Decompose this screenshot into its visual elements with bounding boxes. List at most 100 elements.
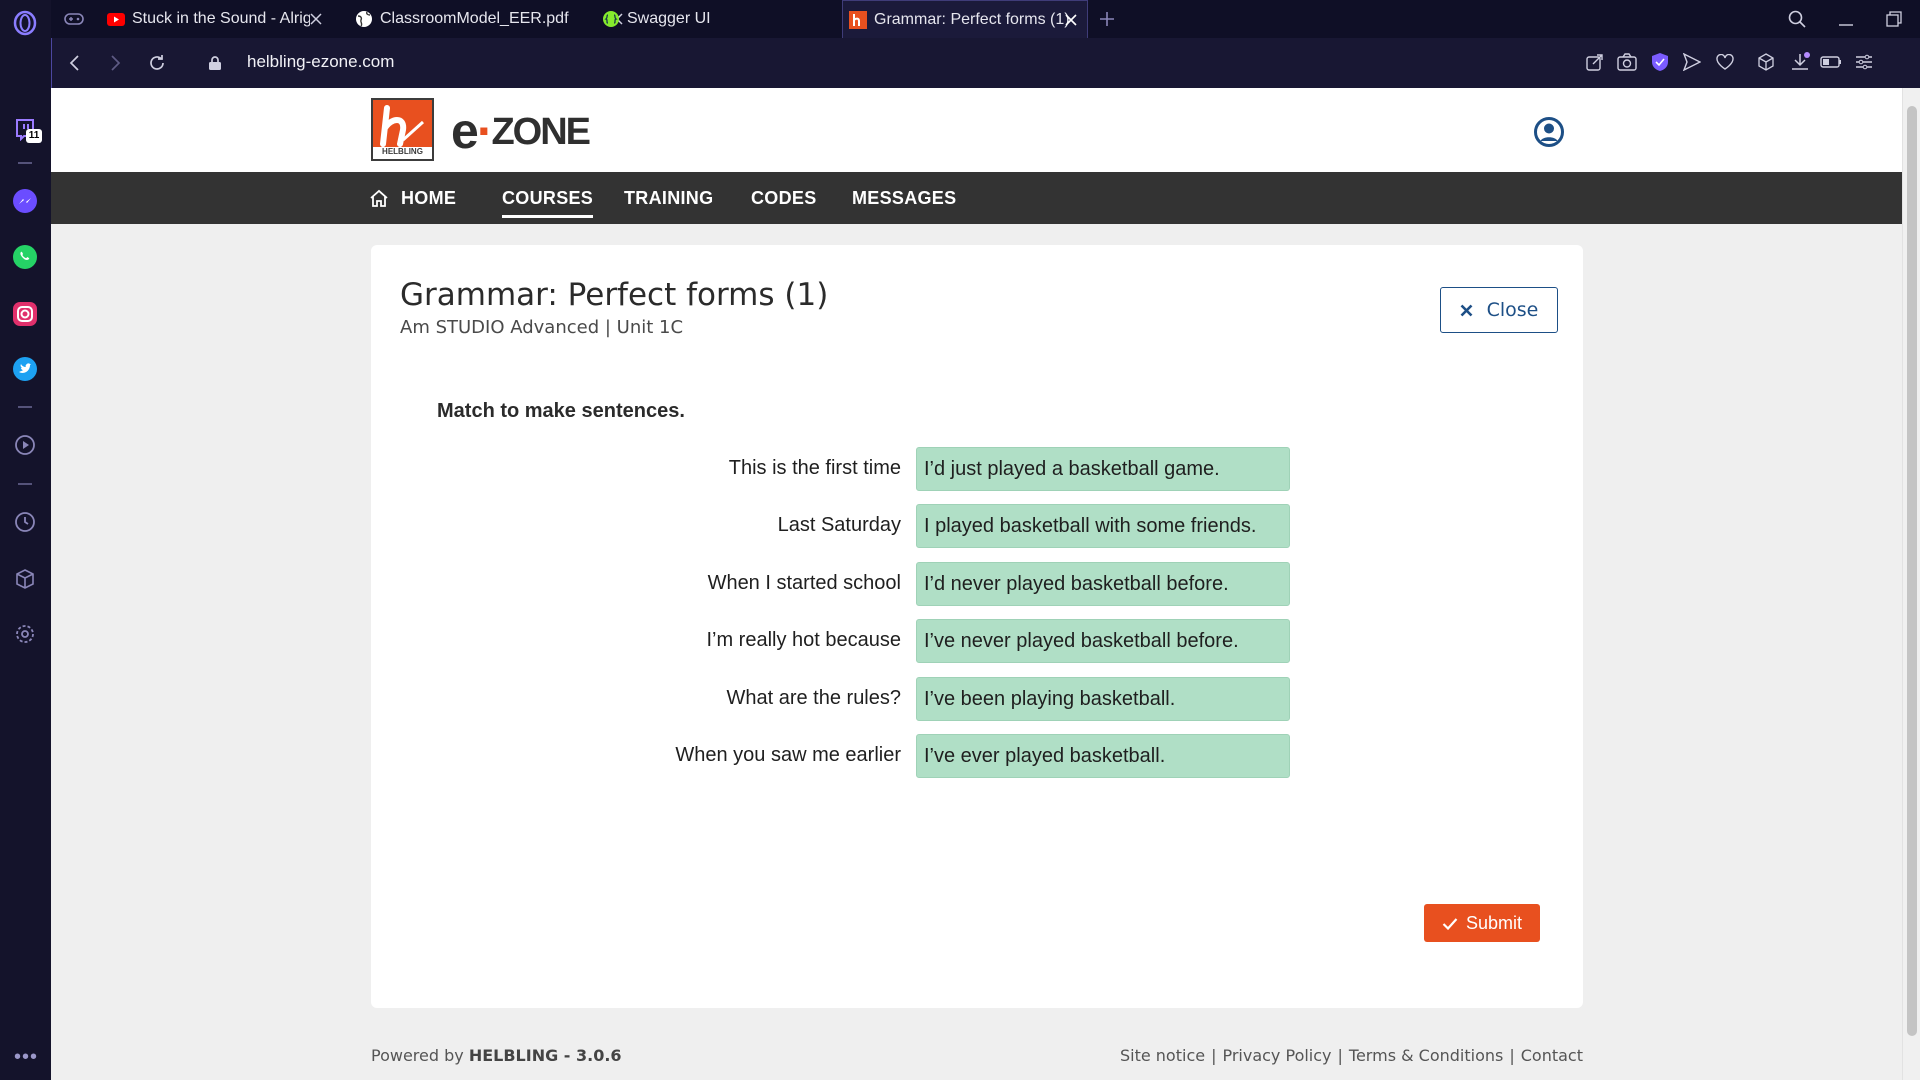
match-row: What are the rules? I’ve been playing ba…	[371, 677, 1583, 721]
submit-button-label: Submit	[1465, 912, 1523, 933]
match-prompt: When I started school	[707, 572, 901, 594]
match-answer-draggable[interactable]: I’ve never played basketball before.	[916, 619, 1290, 663]
footer-link-site-notice[interactable]: Site notice	[1120, 1046, 1205, 1065]
lock-icon[interactable]	[202, 50, 228, 76]
twitter-icon[interactable]	[12, 356, 38, 382]
helbling-logo[interactable]: HELBLING	[371, 98, 434, 161]
battery-saver-icon[interactable]	[1819, 50, 1843, 74]
match-answer-draggable[interactable]: I’ve been playing basketball.	[916, 677, 1290, 721]
match-answer-draggable[interactable]: I’ve ever played basketball.	[916, 734, 1290, 778]
nav-courses-label: COURSES	[502, 187, 594, 208]
checkmark-icon	[1442, 917, 1458, 930]
restore-icon[interactable]	[1881, 6, 1907, 32]
sidebar-divider	[18, 483, 32, 485]
tab-close-icon[interactable]	[1061, 10, 1081, 30]
opera-logo-icon[interactable]	[12, 10, 38, 36]
forward-icon[interactable]	[102, 50, 128, 76]
gamepad-icon[interactable]	[61, 6, 87, 32]
camera-snapshot-icon[interactable]	[1615, 50, 1639, 74]
tab-pdf[interactable]: ClassroomModel_EER.pdf	[353, 0, 633, 38]
sidebar-divider	[18, 406, 32, 408]
nav-courses[interactable]: COURSES	[502, 172, 594, 224]
vpn-shield-icon[interactable]	[1648, 50, 1672, 74]
match-prompt: When you saw me earlier	[675, 744, 901, 766]
footer-link-privacy[interactable]: Privacy Policy	[1222, 1046, 1331, 1065]
sidebar-divider	[18, 162, 32, 164]
heart-icon[interactable]	[1713, 50, 1737, 74]
exercise-card: Grammar: Perfect forms (1) Am STUDIO Adv…	[371, 245, 1583, 1008]
url-field[interactable]: helbling-ezone.com	[247, 52, 394, 72]
footer-separator: |	[1337, 1046, 1343, 1065]
instagram-icon[interactable]	[12, 301, 38, 327]
match-prompt: I’m really hot because	[706, 629, 901, 651]
address-bar: helbling-ezone.com	[51, 38, 1920, 88]
helbling-icon	[849, 10, 867, 29]
back-icon[interactable]	[62, 50, 88, 76]
reload-icon[interactable]	[144, 50, 170, 76]
match-row: Last Saturday I played basketball with s…	[371, 504, 1583, 548]
page-title: Grammar: Perfect forms (1)	[400, 277, 829, 313]
nav-home-label: HOME	[401, 187, 457, 208]
match-row: This is the first time I’d just played a…	[371, 447, 1583, 491]
download-icon[interactable]	[1788, 50, 1812, 74]
footer-link-contact[interactable]: Contact	[1521, 1046, 1583, 1065]
share-icon[interactable]	[1583, 50, 1607, 74]
match-row: I’m really hot because I’ve never played…	[371, 619, 1583, 663]
tab-close-icon[interactable]	[306, 9, 326, 29]
minimize-icon[interactable]	[1833, 6, 1859, 32]
nav-codes[interactable]: CODES	[751, 172, 817, 224]
exercise-instruction: Match to make sentences.	[437, 400, 685, 422]
history-icon[interactable]	[12, 509, 38, 535]
youtube-icon	[107, 10, 125, 28]
nav-messages[interactable]: MESSAGES	[852, 172, 956, 224]
logo-word-suffix: zone	[491, 111, 591, 153]
nav-training[interactable]: TRAINING	[624, 172, 713, 224]
search-tabs-icon[interactable]	[1784, 6, 1810, 32]
twitch-badge: 11	[26, 129, 42, 143]
new-tab-plus-icon[interactable]	[1094, 6, 1120, 32]
match-prompt: What are the rules?	[726, 687, 901, 709]
tab-title: Stuck in the Sound - Alright	[132, 10, 310, 27]
footer-link-terms[interactable]: Terms & Conditions	[1349, 1046, 1503, 1065]
nav-home[interactable]: HOME	[369, 172, 456, 224]
match-answer-draggable[interactable]: I’d just played a basketball game.	[916, 447, 1290, 491]
settings-gear-icon[interactable]	[12, 621, 38, 647]
tab-grammar-active[interactable]: Grammar: Perfect forms (1)	[842, 0, 1088, 38]
footer-powered-prefix: Powered by	[371, 1046, 469, 1065]
scrollbar-thumb[interactable]	[1907, 106, 1917, 1036]
tab-title: Grammar: Perfect forms (1)	[874, 10, 1070, 28]
tab-bar: Stuck in the Sound - Alright ClassroomMo…	[51, 0, 1920, 38]
whatsapp-icon[interactable]	[12, 244, 38, 270]
match-answer-draggable[interactable]: I played basketball with some friends.	[916, 504, 1290, 548]
extensions-icon[interactable]	[1754, 50, 1778, 74]
close-x-icon	[1460, 304, 1473, 317]
tab-swagger[interactable]: Swagger UI	[600, 0, 883, 38]
submit-button[interactable]: Submit	[1424, 904, 1540, 942]
swagger-icon	[602, 10, 620, 28]
logo-word-dot: ·	[476, 103, 494, 159]
extensions-cube-icon[interactable]	[12, 566, 38, 592]
match-row: When you saw me earlier I’ve ever played…	[371, 734, 1583, 778]
logo-word-prefix: e	[451, 103, 479, 159]
page-scrollbar[interactable]	[1902, 88, 1920, 1080]
ezone-logo[interactable]: e·zone	[451, 102, 591, 160]
nav-codes-label: CODES	[751, 187, 817, 208]
footer-links: Site notice | Privacy Policy | Terms & C…	[1120, 1046, 1583, 1065]
close-button-label: Close	[1486, 299, 1539, 321]
footer-separator: |	[1509, 1046, 1515, 1065]
player-icon[interactable]	[12, 432, 38, 458]
send-icon[interactable]	[1680, 50, 1704, 74]
logo-caption: HELBLING	[382, 147, 423, 156]
user-account-icon[interactable]	[1534, 117, 1564, 147]
more-icon[interactable]: •••	[14, 1046, 38, 1069]
nav-messages-label: MESSAGES	[852, 187, 957, 208]
easy-setup-icon[interactable]	[1852, 50, 1876, 74]
messenger-icon[interactable]	[12, 188, 38, 214]
close-button[interactable]: Close	[1440, 287, 1558, 333]
tab-youtube[interactable]: Stuck in the Sound - Alright	[105, 0, 332, 38]
tab-title: ClassroomModel_EER.pdf	[380, 10, 569, 27]
match-answer-draggable[interactable]: I’d never played basketball before.	[916, 562, 1290, 606]
home-icon	[369, 189, 389, 208]
footer-brand-version: HELBLING - 3.0.6	[468, 1046, 622, 1065]
footer-separator: |	[1211, 1046, 1217, 1065]
